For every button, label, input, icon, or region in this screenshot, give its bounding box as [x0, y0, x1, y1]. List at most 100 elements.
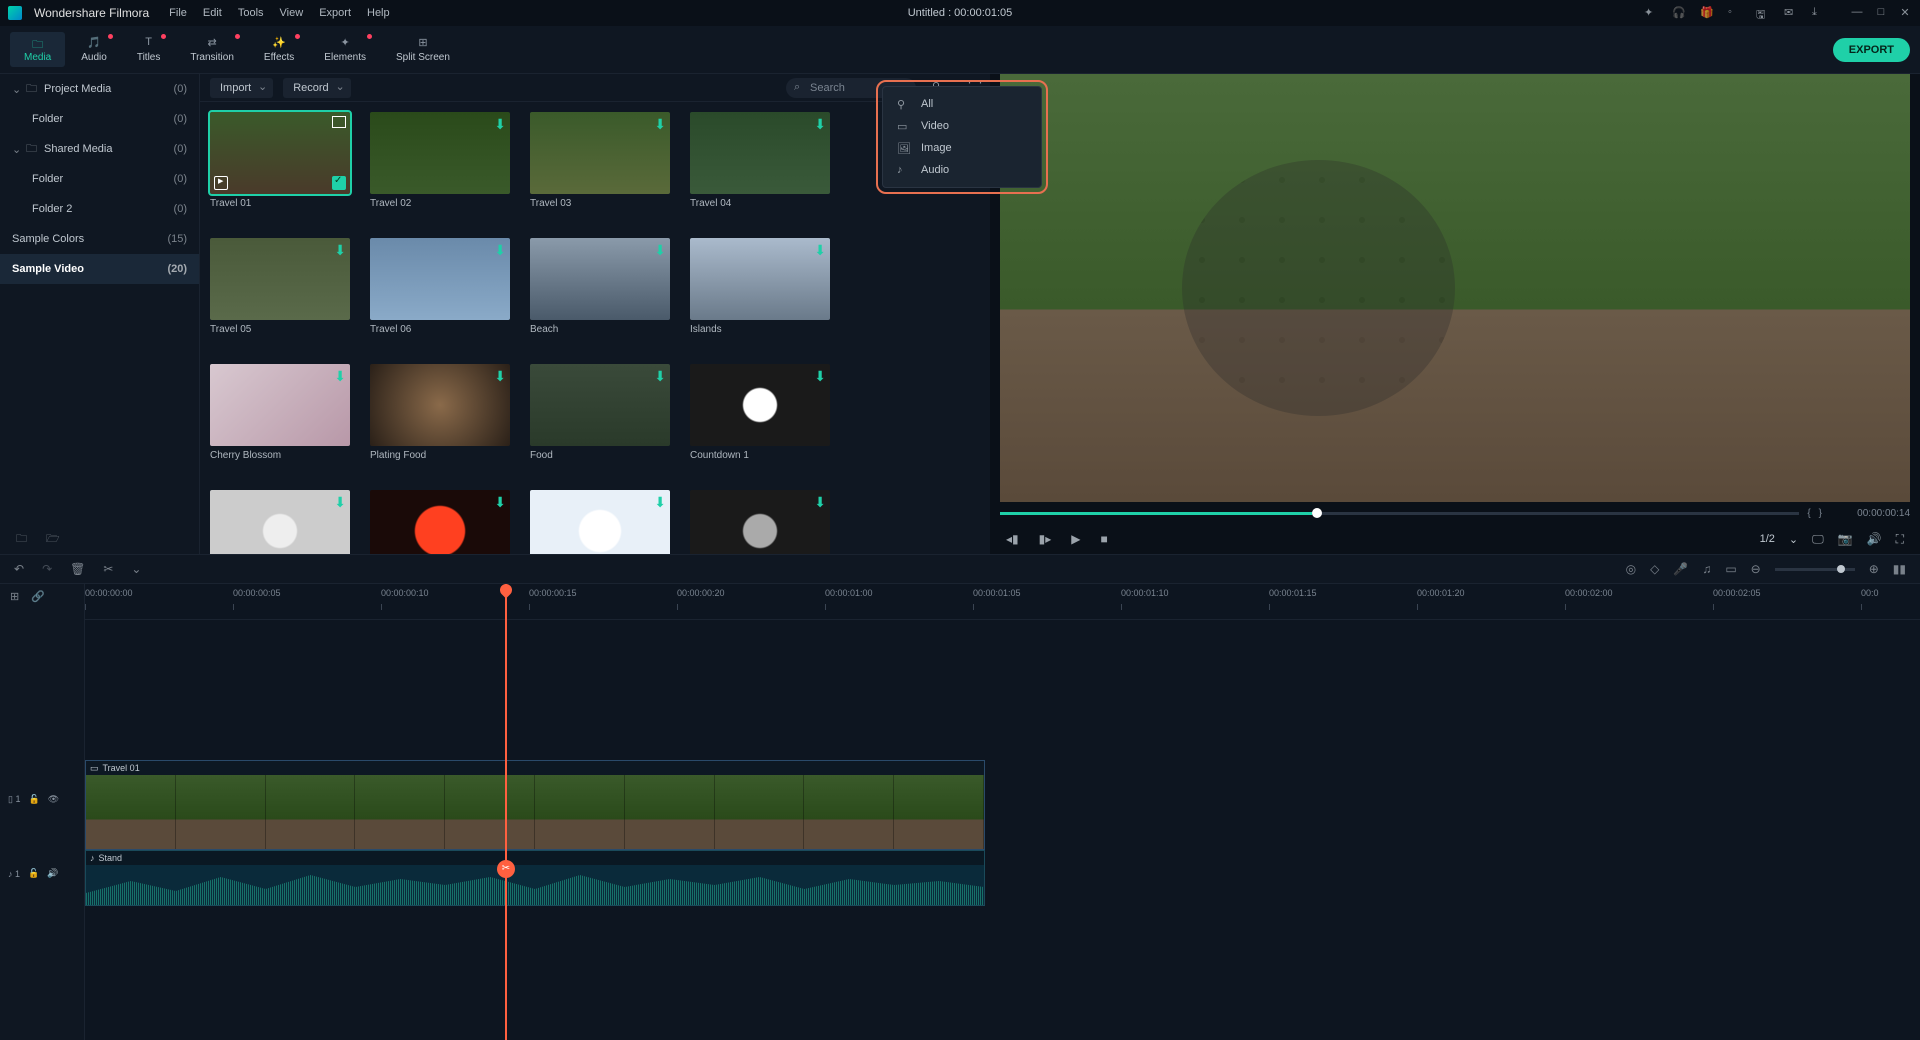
mark-out[interactable]: }	[1819, 508, 1822, 519]
media-clip[interactable]: ⬇ Plating Food	[370, 364, 510, 476]
clip-thumbnail[interactable]: ⬇	[210, 238, 350, 320]
zoom-fit-icon[interactable]: ▮▮	[1893, 562, 1906, 576]
media-clip[interactable]: ⬇ Travel 02	[370, 112, 510, 224]
scrub-handle[interactable]	[1312, 508, 1322, 518]
media-clip[interactable]: ⬇ Travel 04	[690, 112, 830, 224]
ribbon-tab-titles[interactable]: TTitles	[123, 32, 175, 67]
media-clip[interactable]: ⬇ Travel 05	[210, 238, 350, 350]
snapshot-icon[interactable]: 📷	[1838, 532, 1853, 546]
delete-button[interactable]: 🗑	[70, 562, 85, 576]
add-folder-icon[interactable]: 🗀	[16, 530, 30, 544]
media-clip[interactable]: ⬇ Food	[530, 364, 670, 476]
mute-icon[interactable]: 🔊	[47, 868, 58, 879]
menu-file[interactable]: File	[169, 7, 187, 19]
clip-thumbnail[interactable]: ⬇	[210, 364, 350, 446]
ribbon-tab-audio[interactable]: 🎵Audio	[67, 32, 121, 67]
clip-thumbnail[interactable]: ⬇	[210, 490, 350, 554]
media-clip[interactable]: ⬇	[690, 490, 830, 554]
download-icon[interactable]: ⬇	[334, 368, 346, 385]
media-clip[interactable]: Travel 01	[210, 112, 350, 224]
record-dropdown[interactable]: Record	[283, 78, 350, 98]
zoom-in-icon[interactable]: ⊕	[1869, 562, 1879, 576]
menu-view[interactable]: View	[280, 7, 304, 19]
export-button[interactable]: EXPORT	[1833, 38, 1910, 62]
media-clip[interactable]: ⬇ Islands	[690, 238, 830, 350]
media-clip[interactable]: ⬇ Travel 06	[370, 238, 510, 350]
clip-thumbnail[interactable]: ⬇	[690, 364, 830, 446]
guide-icon[interactable]: ✦	[1644, 6, 1658, 20]
clip-thumbnail[interactable]: ⬇	[370, 238, 510, 320]
clip-thumbnail[interactable]: ⬇	[530, 364, 670, 446]
zoom-out-icon[interactable]: ⊖	[1751, 562, 1761, 576]
download-icon[interactable]: ⬇	[654, 242, 666, 259]
sidebar-item-project-media[interactable]: ⌄🗀Project Media(0)	[0, 74, 199, 104]
ribbon-tab-elements[interactable]: ✦Elements	[310, 32, 380, 67]
monitor-icon[interactable]: 🖵	[1812, 532, 1824, 547]
undo-button[interactable]: ↶	[14, 562, 24, 576]
download-icon[interactable]: ⬇	[494, 116, 506, 133]
download-icon[interactable]: ⬇	[494, 368, 506, 385]
ribbon-tab-effects[interactable]: ✨Effects	[250, 32, 308, 67]
clip-thumbnail[interactable]: ⬇	[690, 490, 830, 554]
quality-chevron-icon[interactable]: ⌄	[1789, 533, 1798, 546]
menu-help[interactable]: Help	[367, 7, 390, 19]
sidebar-item-folder-2[interactable]: Folder 2(0)	[0, 194, 199, 224]
sidebar-item-shared-media[interactable]: ⌄🗀Shared Media(0)	[0, 134, 199, 164]
account-icon[interactable]: ◦	[1728, 6, 1742, 20]
import-dropdown[interactable]: Import	[210, 78, 273, 98]
lock-icon[interactable]: 🔓	[28, 794, 39, 805]
clip-thumbnail[interactable]: ⬇	[690, 238, 830, 320]
download-icon[interactable]: ⬇	[494, 242, 506, 259]
eye-icon[interactable]: 👁	[48, 794, 59, 805]
ribbon-tab-media[interactable]: 🗀Media	[10, 32, 65, 67]
video-clip[interactable]: ▭Travel 01	[85, 760, 985, 850]
scissors-icon[interactable]: ✂	[497, 860, 515, 878]
audio-clip[interactable]: ♪Stand	[85, 850, 985, 906]
download-icon[interactable]: ⬇	[334, 494, 346, 511]
message-icon[interactable]: ✉	[1784, 6, 1798, 20]
media-clip[interactable]: ⬇	[210, 490, 350, 554]
link-icon[interactable]: 🔗	[31, 590, 45, 603]
ribbon-tab-split-screen[interactable]: ⊞Split Screen	[382, 32, 464, 67]
filter-all[interactable]: ⚲All	[883, 93, 1041, 115]
fullscreen-icon[interactable]: ⛶	[1896, 532, 1904, 547]
redo-button[interactable]: ↷	[42, 562, 52, 576]
download-icon[interactable]: ⬇	[814, 494, 826, 511]
download-icon[interactable]: ⬇	[654, 116, 666, 133]
download-icon[interactable]: ⬇	[814, 242, 826, 259]
voiceover-icon[interactable]: 🎤	[1673, 562, 1688, 576]
maximize-button[interactable]: □	[1874, 6, 1888, 20]
open-folder-icon[interactable]: 🗁	[46, 530, 60, 544]
clip-thumbnail[interactable]: ⬇	[370, 112, 510, 194]
download-icon[interactable]: ⬇	[494, 494, 506, 511]
video-track-header[interactable]: ▯ 1 🔓 👁	[0, 794, 85, 805]
clip-thumbnail[interactable]: ⬇	[370, 490, 510, 554]
keyframe-icon[interactable]: ◇	[1650, 562, 1659, 576]
filter-audio[interactable]: ♪Audio	[883, 159, 1041, 181]
clip-thumbnail[interactable]	[210, 112, 350, 194]
mixer-icon[interactable]: ♫	[1702, 562, 1711, 576]
media-clip[interactable]: ⬇	[530, 490, 670, 554]
cut-button[interactable]: ✂	[103, 562, 113, 576]
download-icon[interactable]: ⬇	[814, 368, 826, 385]
audio-track-header[interactable]: ♪ 1 🔓 🔊	[0, 868, 85, 879]
razor-chevron-icon[interactable]: ⌄	[131, 562, 141, 576]
add-track-icon[interactable]: ⊞	[10, 590, 19, 603]
filter-video[interactable]: ▭Video	[883, 115, 1041, 137]
media-clip[interactable]: ⬇ Countdown 1	[690, 364, 830, 476]
download-icon[interactable]: ⬇	[814, 116, 826, 133]
menu-edit[interactable]: Edit	[203, 7, 222, 19]
media-clip[interactable]: ⬇	[370, 490, 510, 554]
sidebar-item-folder[interactable]: Folder(0)	[0, 104, 199, 134]
menu-tools[interactable]: Tools	[238, 7, 264, 19]
sidebar-item-sample-colors[interactable]: Sample Colors(15)	[0, 224, 199, 254]
playhead[interactable]: ✂	[505, 584, 507, 1040]
download-icon[interactable]: ⤓	[1812, 6, 1826, 20]
play-button[interactable]: ▶	[1071, 532, 1080, 546]
download-icon[interactable]: ⬇	[654, 494, 666, 511]
marker-icon[interactable]: ◎	[1626, 562, 1636, 576]
prev-frame-button[interactable]: ◂▮	[1006, 532, 1019, 546]
lock-icon[interactable]: 🔓	[28, 868, 39, 879]
download-icon[interactable]: ⬇	[334, 242, 346, 259]
volume-icon[interactable]: 🔊	[1867, 532, 1882, 546]
